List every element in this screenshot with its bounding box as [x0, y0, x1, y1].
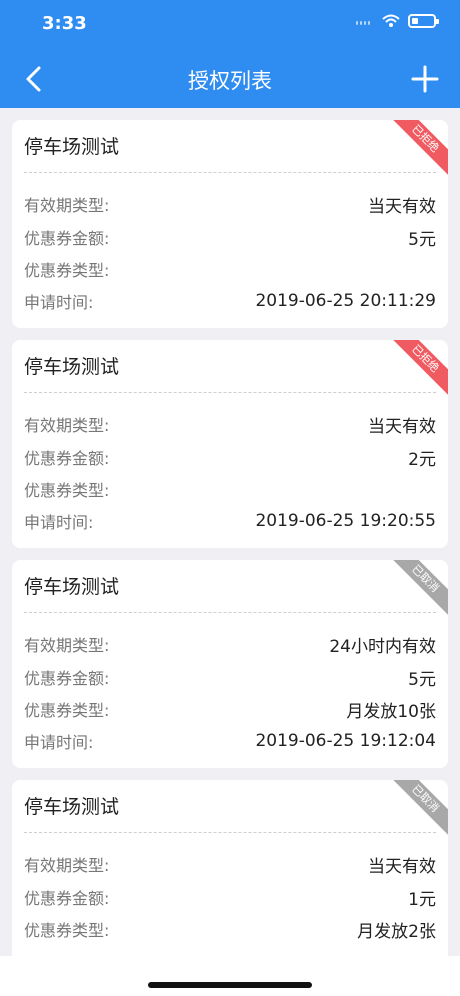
- parking-lot-name: 停车场测试: [24, 356, 120, 378]
- amount-row: 优惠券金额: 1元: [24, 883, 436, 911]
- amount-row: 优惠券金额: 5元: [24, 223, 436, 251]
- coupon-type-label: 优惠券类型:: [24, 481, 110, 500]
- apply-time-row: 申请时间: 2019-06-25 19:20:55: [24, 507, 436, 535]
- validity-row: 有效期类型: 当天有效: [24, 410, 436, 438]
- authorization-card[interactable]: 已拒绝 停车场测试 有效期类型: 当天有效 优惠券金额: 5元 优惠券类型: 申…: [12, 120, 448, 328]
- validity-row: 有效期类型: 24小时内有效: [24, 630, 436, 658]
- amount-label: 优惠券金额:: [24, 669, 110, 688]
- coupon-type-label: 优惠券类型:: [24, 261, 110, 280]
- coupon-type-label: 优惠券类型:: [24, 701, 110, 720]
- amount-value: 5元: [408, 229, 436, 250]
- apply-time-label: 申请时间:: [24, 513, 94, 532]
- validity-label: 有效期类型:: [24, 856, 110, 875]
- authorization-card[interactable]: 已拒绝 停车场测试 有效期类型: 当天有效 优惠券金额: 2元 优惠券类型: 申…: [12, 340, 448, 548]
- card-divider: [24, 832, 436, 833]
- home-indicator[interactable]: [148, 982, 312, 988]
- status-icons: [356, 14, 439, 28]
- validity-value: 当天有效: [368, 416, 436, 437]
- authorization-card[interactable]: 已取消 停车场测试 有效期类型: 24小时内有效 优惠券金额: 5元 优惠券类型…: [12, 560, 448, 768]
- amount-label: 优惠券金额:: [24, 889, 110, 908]
- plus-icon: [411, 65, 439, 93]
- apply-time-value: 2019-06-25 19:12:04: [255, 731, 436, 751]
- validity-value: 当天有效: [368, 856, 436, 877]
- add-button[interactable]: [408, 62, 442, 96]
- amount-value: 1元: [408, 889, 436, 910]
- card-divider: [24, 392, 436, 393]
- authorization-card[interactable]: 已取消 停车场测试 有效期类型: 当天有效 优惠券金额: 1元 优惠券类型: 月…: [12, 780, 448, 956]
- page-title: 授权列表: [188, 69, 272, 93]
- validity-row: 有效期类型: 当天有效: [24, 850, 436, 878]
- coupon-type-row: 优惠券类型:: [24, 475, 436, 503]
- wifi-icon: [382, 14, 400, 27]
- amount-label: 优惠券金额:: [24, 449, 110, 468]
- validity-value: 24小时内有效: [329, 636, 436, 657]
- card-divider: [24, 612, 436, 613]
- battery-icon: [408, 14, 439, 28]
- amount-row: 优惠券金额: 5元: [24, 663, 436, 691]
- coupon-type-row: 优惠券类型: 月发放2张: [24, 915, 436, 943]
- apply-time-row: 申请时间: 2019-06-25 19:12:04: [24, 727, 436, 755]
- validity-row: 有效期类型: 当天有效: [24, 190, 436, 218]
- coupon-type-row: 优惠券类型: 月发放10张: [24, 695, 436, 723]
- apply-time-value: 2019-06-25 20:11:29: [255, 291, 436, 311]
- validity-label: 有效期类型:: [24, 636, 110, 655]
- status-time: 3:33: [42, 13, 87, 34]
- amount-value: 5元: [408, 669, 436, 690]
- signal-icon: [356, 17, 374, 25]
- parking-lot-name: 停车场测试: [24, 136, 120, 158]
- amount-value: 2元: [408, 449, 436, 470]
- apply-time-label: 申请时间:: [24, 733, 94, 752]
- amount-label: 优惠券金额:: [24, 229, 110, 248]
- validity-value: 当天有效: [368, 196, 436, 217]
- validity-label: 有效期类型:: [24, 416, 110, 435]
- app-header: 3:33 授权列表: [0, 0, 460, 108]
- parking-lot-name: 停车场测试: [24, 796, 120, 818]
- amount-row: 优惠券金额: 2元: [24, 443, 436, 471]
- apply-time-row: [24, 947, 436, 956]
- bottom-safe-area: [0, 956, 460, 996]
- coupon-type-row: 优惠券类型:: [24, 255, 436, 283]
- battery-level: [412, 18, 418, 24]
- apply-time-label: 申请时间:: [24, 293, 94, 312]
- validity-label: 有效期类型:: [24, 196, 110, 215]
- coupon-type-label: 优惠券类型:: [24, 921, 110, 940]
- parking-lot-name: 停车场测试: [24, 576, 120, 598]
- apply-time-value: 2019-06-25 19:20:55: [255, 511, 436, 531]
- authorization-list[interactable]: 已拒绝 停车场测试 有效期类型: 当天有效 优惠券金额: 5元 优惠券类型: 申…: [12, 120, 448, 956]
- card-divider: [24, 172, 436, 173]
- coupon-type-value: 月发放2张: [357, 921, 436, 942]
- apply-time-row: 申请时间: 2019-06-25 20:11:29: [24, 287, 436, 315]
- coupon-type-value: 月发放10张: [346, 701, 436, 722]
